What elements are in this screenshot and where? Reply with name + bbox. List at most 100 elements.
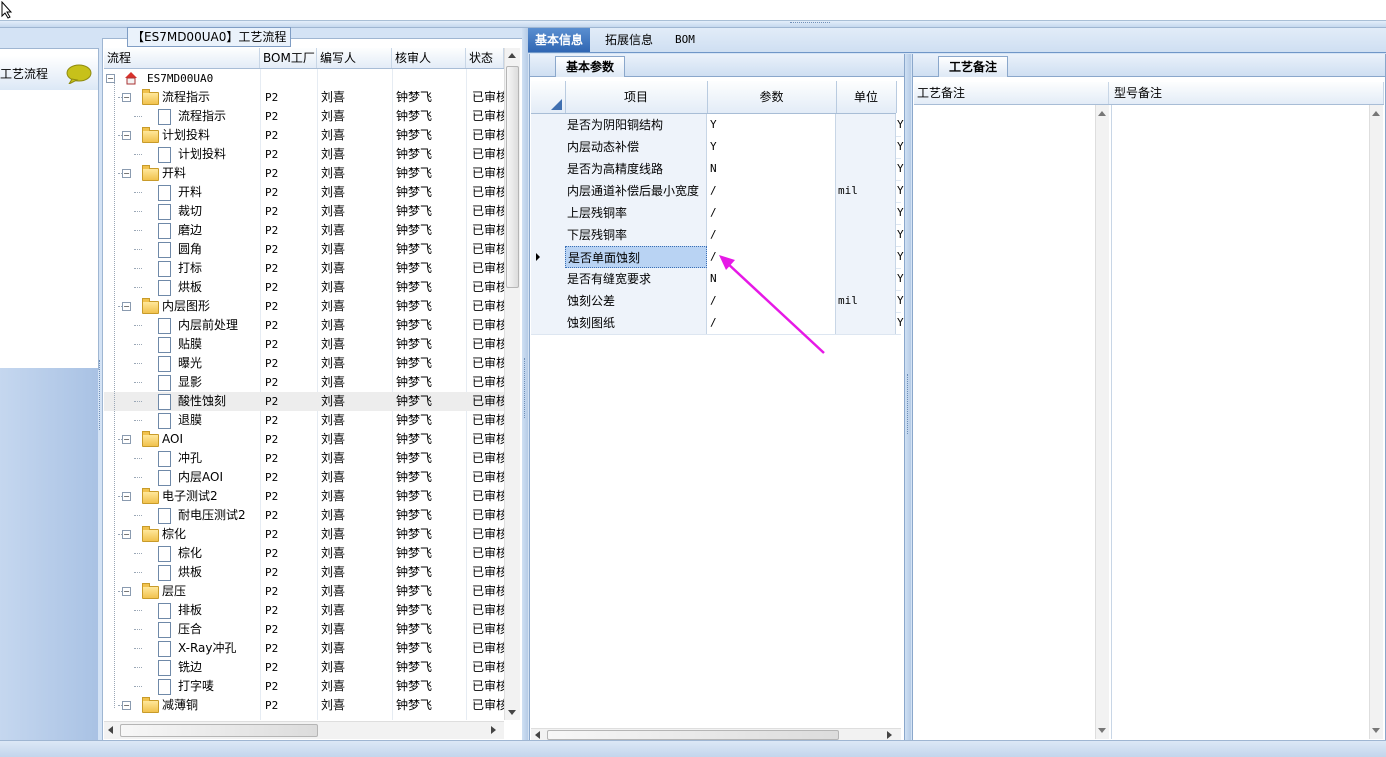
process-tree[interactable]: − ES7MD00UA0− 流程指示 P2 刘喜 钟梦飞 已审核 流程指示 P2 刘喜 钟梦飞 已审核… [104, 69, 504, 720]
tree-horizontal-scrollbar[interactable] [104, 721, 504, 739]
model-notes-scroll-down-icon[interactable] [1372, 728, 1380, 733]
col-header-status[interactable]: 状态 [466, 48, 504, 68]
tree-row[interactable]: 烘板 P2 刘喜 钟梦飞 已审核 [104, 278, 504, 297]
tree-row[interactable]: 酸性蚀刻 P2 刘喜 钟梦飞 已审核 [104, 392, 504, 411]
tab-basic-params[interactable]: 基本参数 [555, 56, 626, 77]
collapse-icon[interactable]: − [122, 131, 131, 140]
tree-row[interactable]: 圆角 P2 刘喜 钟梦飞 已审核 [104, 240, 504, 259]
tree-row[interactable]: 内层前处理 P2 刘喜 钟梦飞 已审核 [104, 316, 504, 335]
tree-row[interactable]: − ES7MD00UA0 [104, 69, 504, 88]
col-header-process[interactable]: 流程 [104, 48, 260, 68]
param-row[interactable]: 是否为高精度线路 N Y [531, 158, 904, 181]
model-notes-textarea[interactable] [1111, 105, 1384, 739]
scroll-down-icon[interactable] [508, 710, 516, 715]
tree-scroll-thumb[interactable] [506, 66, 519, 288]
collapse-icon[interactable]: − [122, 435, 131, 444]
tree-vertical-scrollbar[interactable] [504, 48, 520, 720]
scroll-up-icon[interactable] [508, 53, 516, 58]
tree-row[interactable]: 显影 P2 刘喜 钟梦飞 已审核 [104, 373, 504, 392]
tree-row[interactable]: − 流程指示 P2 刘喜 钟梦飞 已审核 [104, 88, 504, 107]
col-header-param[interactable]: 参数 [707, 81, 837, 113]
param-value-cell[interactable]: Y [707, 114, 836, 136]
right-splitter[interactable] [905, 54, 911, 740]
param-value-cell[interactable]: Y [707, 136, 836, 158]
model-notes-vertical-scrollbar[interactable] [1369, 105, 1383, 739]
middle-splitter[interactable] [522, 28, 528, 740]
tree-row[interactable]: − 开料 P2 刘喜 钟梦飞 已审核 [104, 164, 504, 183]
tab-basic-info[interactable]: 基本信息 [528, 28, 591, 52]
row-indicator[interactable] [531, 136, 566, 158]
row-indicator[interactable] [531, 246, 566, 268]
tree-hscroll-thumb[interactable] [120, 724, 318, 737]
tree-row[interactable]: 计划投料 P2 刘喜 钟梦飞 已审核 [104, 145, 504, 164]
tree-row[interactable]: 裁切 P2 刘喜 钟梦飞 已审核 [104, 202, 504, 221]
tab-extended-info[interactable]: 拓展信息 [598, 28, 660, 52]
tree-row[interactable]: 流程指示 P2 刘喜 钟梦飞 已审核 [104, 107, 504, 126]
tree-row[interactable]: − 层压 P2 刘喜 钟梦飞 已审核 [104, 582, 504, 601]
param-row[interactable]: 内层动态补偿 Y Y [531, 136, 904, 159]
param-row[interactable]: 是否为阴阳铜结构 Y Y [531, 114, 904, 137]
row-indicator[interactable] [531, 224, 566, 246]
tree-row[interactable]: − 电子测试2 P2 刘喜 钟梦飞 已审核 [104, 487, 504, 506]
param-row[interactable]: 内层通道补偿后最小宽度 / mil Y [531, 180, 904, 203]
scroll-left-icon[interactable] [108, 726, 113, 734]
tree-row[interactable]: 打标 P2 刘喜 钟梦飞 已审核 [104, 259, 504, 278]
collapse-icon[interactable]: − [122, 492, 131, 501]
scroll-right-icon[interactable] [491, 726, 496, 734]
tree-row[interactable]: 开料 P2 刘喜 钟梦飞 已审核 [104, 183, 504, 202]
col-header-unit[interactable]: 单位 [836, 81, 897, 113]
row-indicator[interactable] [531, 202, 566, 224]
collapse-icon[interactable]: − [122, 302, 131, 311]
tree-row[interactable]: 贴膜 P2 刘喜 钟梦飞 已审核 [104, 335, 504, 354]
notes-scroll-down-icon[interactable] [1098, 728, 1106, 733]
col-header-process-notes[interactable]: 工艺备注 [914, 82, 1109, 104]
row-indicator[interactable] [531, 312, 566, 334]
params-scroll-left-icon[interactable] [535, 731, 540, 739]
param-value-cell[interactable]: / [707, 224, 836, 246]
col-header-model-notes[interactable]: 型号备注 [1111, 82, 1384, 104]
tree-row[interactable]: 磨边 P2 刘喜 钟梦飞 已审核 [104, 221, 504, 240]
row-indicator[interactable] [531, 290, 566, 312]
row-indicator[interactable] [531, 114, 566, 136]
col-header-item[interactable]: 项目 [565, 81, 708, 113]
tree-row[interactable]: X-Ray冲孔 P2 刘喜 钟梦飞 已审核 [104, 639, 504, 658]
tree-row[interactable]: 铣边 P2 刘喜 钟梦飞 已审核 [104, 658, 504, 677]
tree-row[interactable]: 冲孔 P2 刘喜 钟梦飞 已审核 [104, 449, 504, 468]
tab-process-notes[interactable]: 工艺备注 [938, 56, 1009, 77]
tree-row[interactable]: 耐电压测试2 P2 刘喜 钟梦飞 已审核 [104, 506, 504, 525]
notes-vertical-scrollbar[interactable] [1095, 105, 1109, 739]
tree-row[interactable]: 内层AOI P2 刘喜 钟梦飞 已审核 [104, 468, 504, 487]
param-row[interactable]: 上层残铜率 / Y [531, 202, 904, 225]
tab-bom[interactable]: BOM [668, 28, 702, 52]
row-indicator[interactable] [531, 268, 566, 290]
param-row[interactable]: 下层残铜率 / Y [531, 224, 904, 247]
col-header-reviewer[interactable]: 核审人 [392, 48, 466, 68]
col-header-bom-factory[interactable]: BOM工厂 [260, 48, 317, 68]
tree-row[interactable]: − 减薄铜 P2 刘喜 钟梦飞 已审核 [104, 696, 504, 715]
notes-scroll-up-icon[interactable] [1098, 111, 1106, 116]
param-value-cell[interactable]: / [707, 180, 836, 202]
model-notes-scroll-up-icon[interactable] [1372, 111, 1380, 116]
tree-row[interactable]: 压合 P2 刘喜 钟梦飞 已审核 [104, 620, 504, 639]
tree-row[interactable]: 棕化 P2 刘喜 钟梦飞 已审核 [104, 544, 504, 563]
tree-row[interactable]: 排板 P2 刘喜 钟梦飞 已审核 [104, 601, 504, 620]
collapse-icon[interactable]: − [122, 530, 131, 539]
collapse-icon[interactable]: − [122, 701, 131, 710]
param-value-cell[interactable]: N [707, 158, 836, 180]
tree-row[interactable]: − 棕化 P2 刘喜 钟梦飞 已审核 [104, 525, 504, 544]
tree-row[interactable]: − AOI P2 刘喜 钟梦飞 已审核 [104, 430, 504, 449]
tree-row[interactable]: 烘板 P2 刘喜 钟梦飞 已审核 [104, 563, 504, 582]
collapse-icon[interactable]: − [122, 93, 131, 102]
splitter-grip[interactable] [790, 22, 830, 26]
tree-row[interactable]: 打字唛 P2 刘喜 钟梦飞 已审核 [104, 677, 504, 696]
right-splitter-grip[interactable] [907, 374, 908, 434]
collapse-icon[interactable]: − [122, 169, 131, 178]
tree-row[interactable]: 曝光 P2 刘喜 钟梦飞 已审核 [104, 354, 504, 373]
middle-splitter-grip[interactable] [524, 358, 525, 418]
col-header-writer[interactable]: 编写人 [317, 48, 392, 68]
tree-row[interactable]: − 内层图形 P2 刘喜 钟梦飞 已审核 [104, 297, 504, 316]
tree-row[interactable]: 退膜 P2 刘喜 钟梦飞 已审核 [104, 411, 504, 430]
params-hscroll-thumb[interactable] [547, 730, 839, 740]
params-scroll-right-icon[interactable] [887, 731, 892, 739]
tree-row[interactable]: − 计划投料 P2 刘喜 钟梦飞 已审核 [104, 126, 504, 145]
